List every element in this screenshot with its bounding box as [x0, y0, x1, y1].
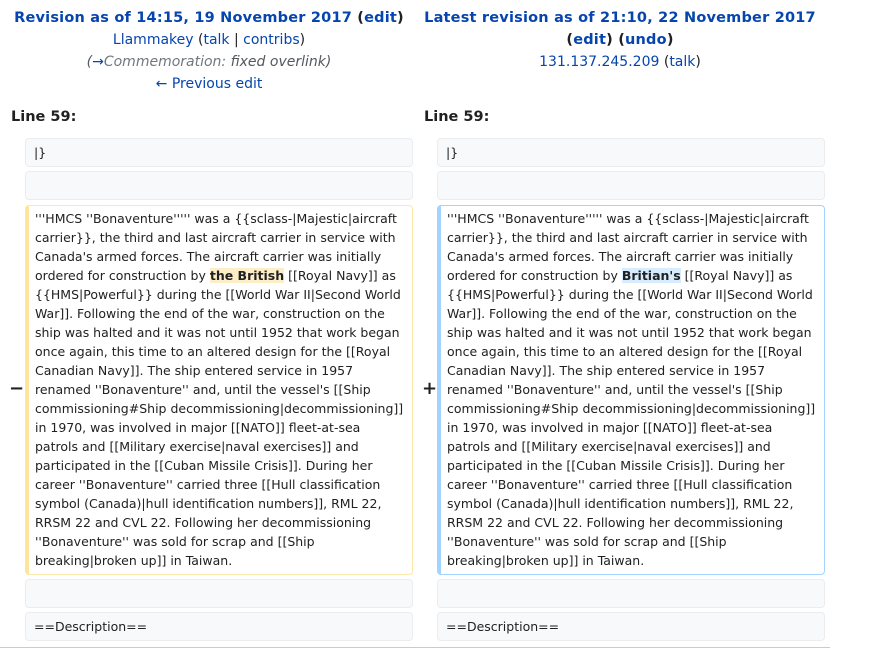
- summary-close-paren: ): [325, 54, 332, 70]
- left-revision-link[interactable]: Revision as of 14:15, 19 November 2017: [14, 10, 352, 26]
- left-user-line: Llammakey (talk | contribs): [0, 29, 418, 51]
- summary-section-arrow[interactable]: →: [92, 54, 104, 70]
- right-undo-link[interactable]: undo: [625, 32, 667, 48]
- left-talk-link[interactable]: talk: [203, 32, 229, 48]
- previous-edit-link[interactable]: ← Previous edit: [156, 76, 263, 92]
- added-word-highlight: Britian's: [621, 268, 681, 283]
- added-line: '''HMCS ''Bonaventure''''' was a {{sclas…: [437, 205, 825, 575]
- left-edit-summary: (→Commemoration: fixed overlink): [0, 51, 418, 73]
- right-user-line: 131.137.245.209 (talk): [415, 51, 825, 73]
- added-marker: +: [422, 378, 438, 399]
- right-edit-link[interactable]: edit: [573, 32, 606, 48]
- previous-edit-line: ← Previous edit: [0, 73, 418, 95]
- right-actions-line: (edit) (undo): [415, 29, 825, 51]
- added-text-after: [[Royal Navy]] as {{HMS|Powerful}} durin…: [447, 268, 816, 568]
- right-revision-link[interactable]: Latest revision as of 21:10, 22 November…: [424, 10, 816, 26]
- summary-text: fixed overlink: [226, 54, 326, 70]
- right-undo-close-paren: ): [666, 32, 674, 48]
- right-user-close-paren: ): [695, 54, 701, 70]
- right-edit-close-paren: ): [606, 32, 613, 48]
- right-talk-link[interactable]: talk: [669, 54, 695, 70]
- right-revision-header: Latest revision as of 21:10, 22 November…: [415, 7, 825, 73]
- right-context-empty: [437, 171, 825, 200]
- left-contribs-link[interactable]: contribs: [243, 32, 299, 48]
- right-undo-open-paren: (: [618, 32, 626, 48]
- right-revision-title: Latest revision as of 21:10, 22 November…: [415, 7, 825, 29]
- left-context-description: ==Description==: [25, 612, 413, 641]
- right-context-empty-2: [437, 579, 825, 608]
- left-context-line: |}: [25, 138, 413, 167]
- left-user-close-paren: ): [299, 32, 306, 48]
- right-line-number: Line 59:: [424, 109, 490, 125]
- right-context-line: |}: [437, 138, 825, 167]
- deleted-line: '''HMCS ''Bonaventure''''' was a {{sclas…: [25, 205, 413, 575]
- left-pipe: |: [229, 32, 244, 48]
- right-context-description: ==Description==: [437, 612, 825, 641]
- left-line-number: Line 59:: [11, 109, 77, 125]
- left-user-link[interactable]: Llammakey: [113, 32, 194, 48]
- deleted-marker: −: [9, 378, 25, 399]
- left-revision-title: Revision as of 14:15, 19 November 2017 (…: [0, 7, 418, 29]
- deleted-text-after: [[Royal Navy]] as {{HMS|Powerful}} durin…: [35, 268, 404, 568]
- left-edit-link[interactable]: edit: [364, 10, 397, 26]
- right-user-link[interactable]: 131.137.245.209: [539, 54, 659, 70]
- left-context-empty: [25, 171, 413, 200]
- left-revision-header: Revision as of 14:15, 19 November 2017 (…: [0, 7, 418, 95]
- deleted-word-highlight: the British: [209, 268, 285, 283]
- summary-section-name: Commemoration:: [103, 54, 227, 70]
- bottom-divider: [0, 647, 830, 648]
- left-context-empty-2: [25, 579, 413, 608]
- left-close-paren: ): [397, 10, 404, 26]
